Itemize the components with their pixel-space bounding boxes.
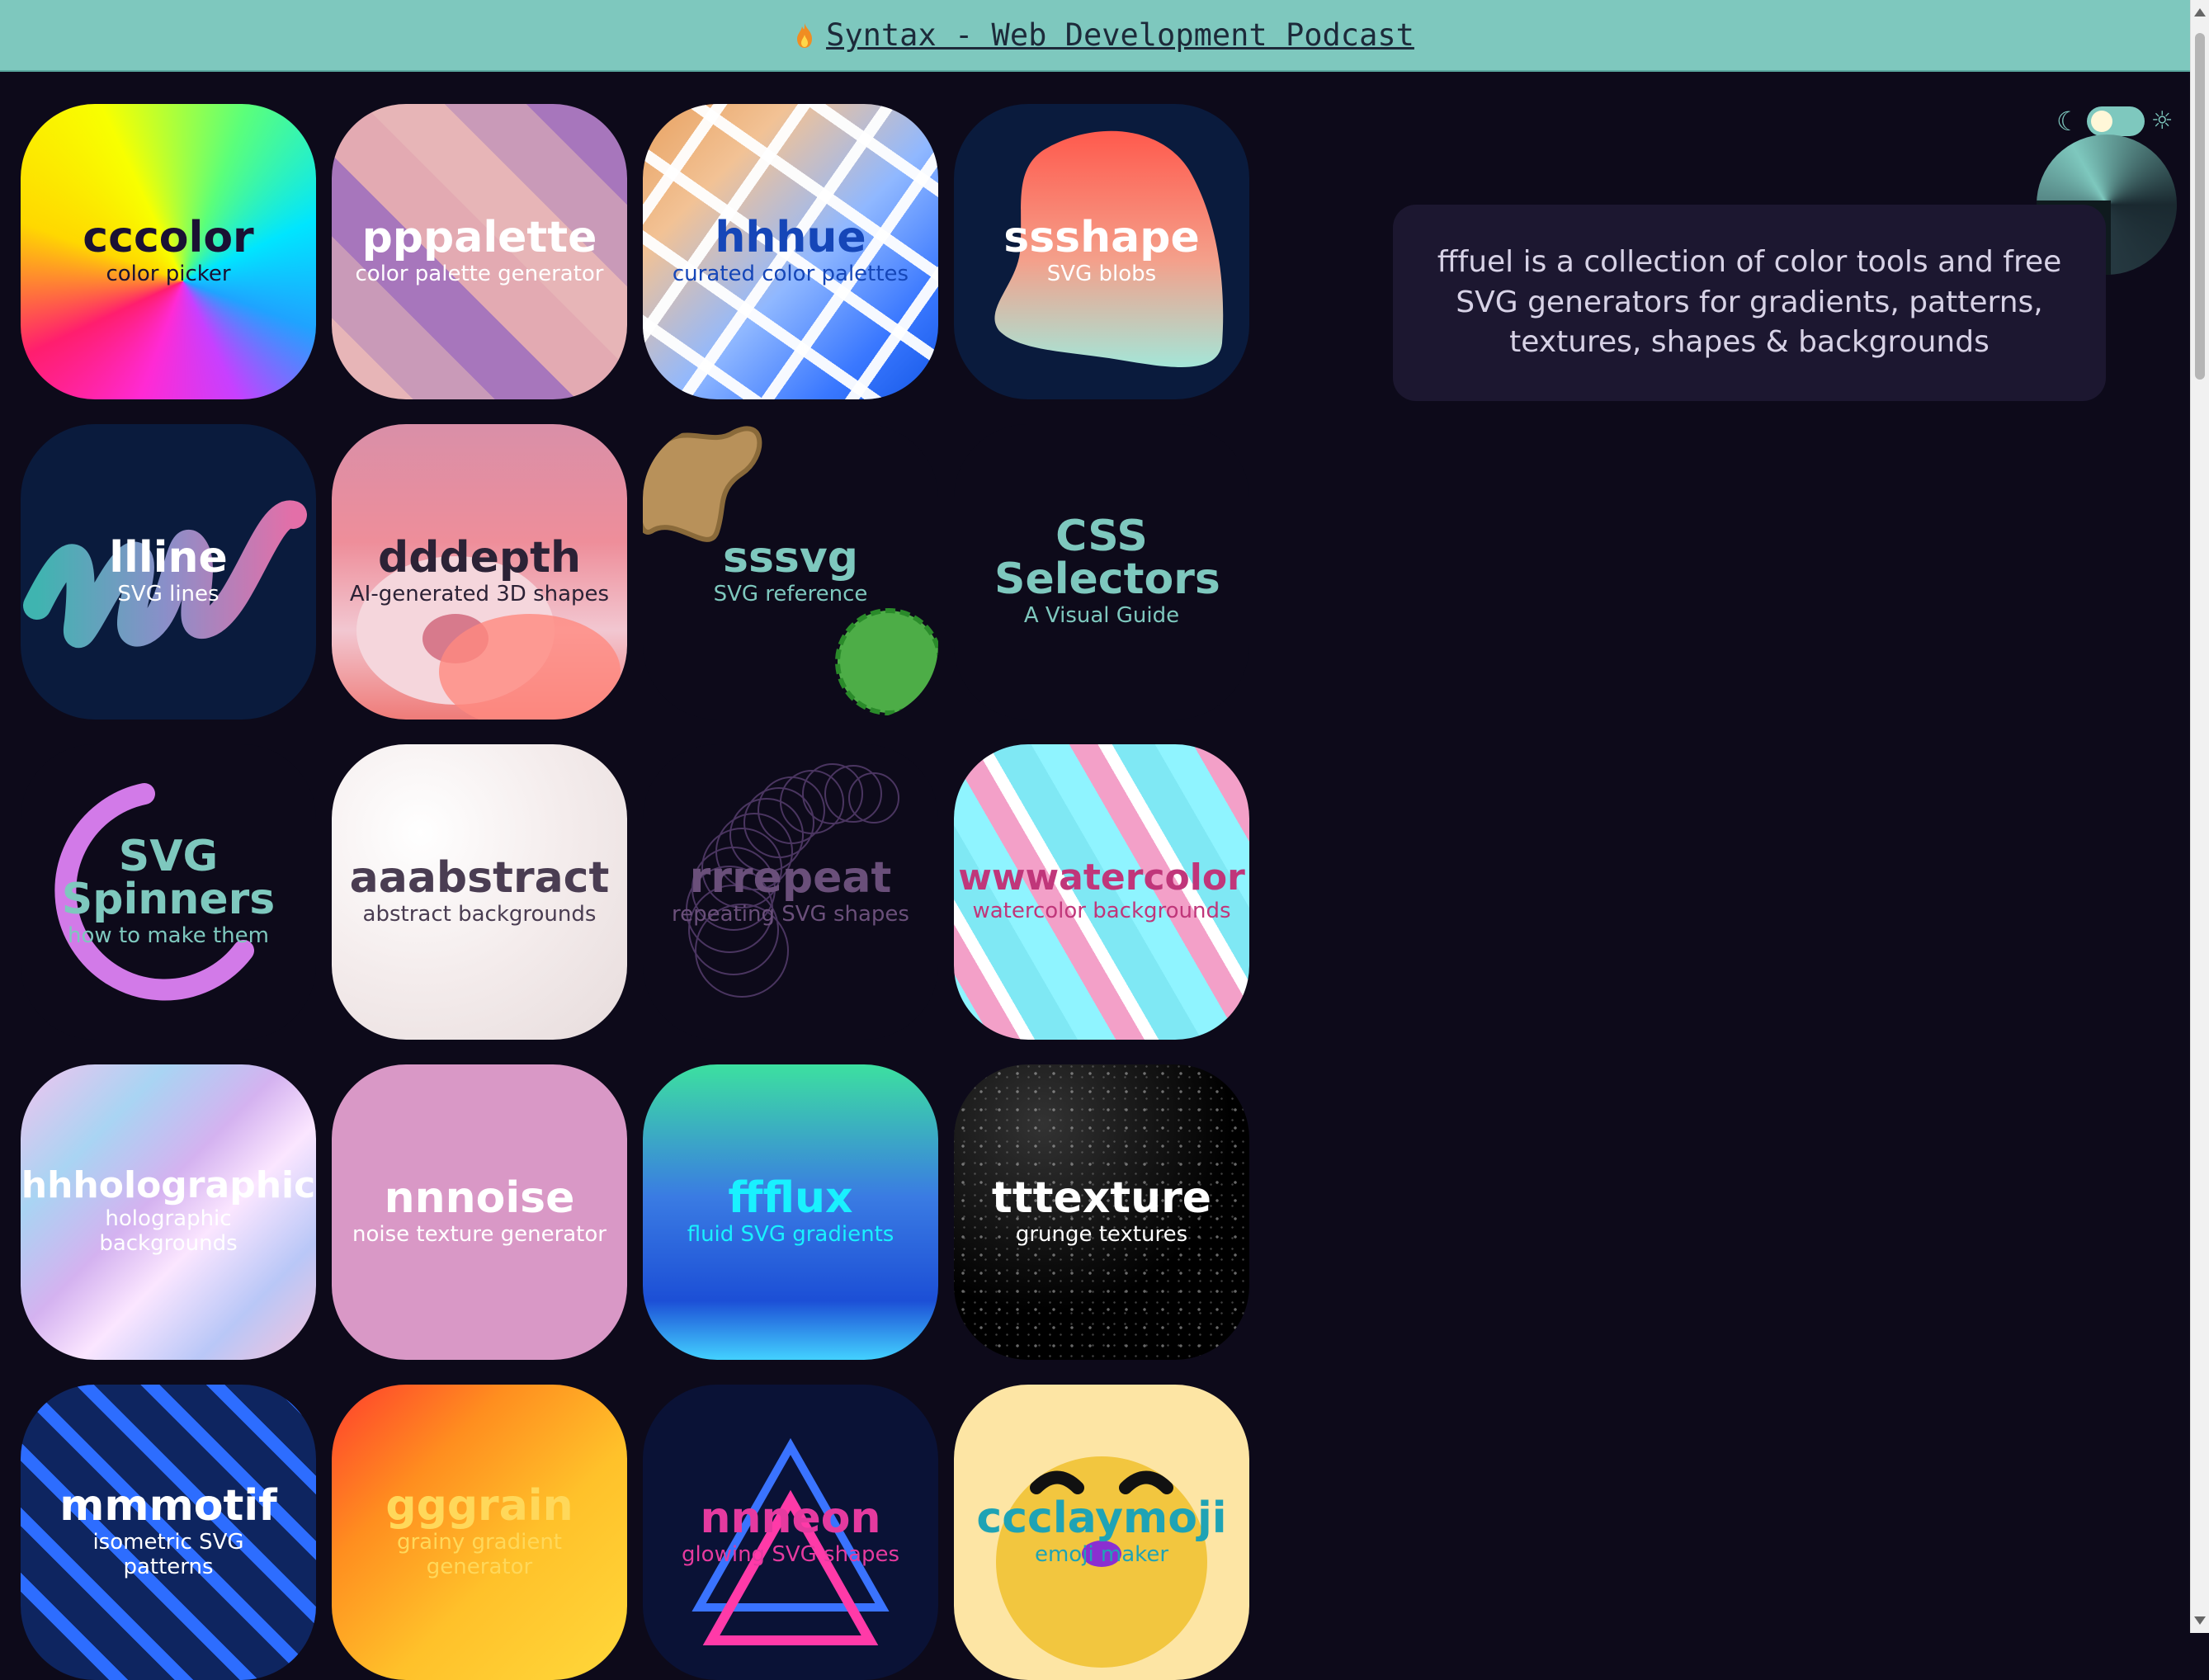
tile-wwwatercolor[interactable]: wwwatercolor watercolor backgrounds: [954, 744, 1249, 1040]
tile-nnneon[interactable]: nnneon glowing SVG shapes: [643, 1385, 938, 1680]
tile-hhhue[interactable]: hhhue curated color palettes: [643, 104, 938, 399]
tile-title: ffflux: [728, 1173, 853, 1224]
tile-title: sssvg: [723, 533, 858, 583]
tile-svg-spinners[interactable]: SVG Spinners how to make them: [21, 744, 316, 1040]
tile-title: nnnoise: [384, 1173, 575, 1224]
tile-title: ssshape: [1003, 213, 1200, 263]
tile-mmmotif[interactable]: mmmotif isometric SVG patterns: [21, 1385, 316, 1680]
tile-tttexture[interactable]: tttexture grunge textures: [954, 1064, 1249, 1360]
tile-subtitle: grunge textures: [1015, 1222, 1188, 1248]
tile-subtitle: emoji maker: [1034, 1542, 1169, 1568]
tile-ccclaymoji[interactable]: ccclaymoji emoji maker: [954, 1385, 1249, 1680]
tile-css-selectors[interactable]: CSS Selectors A Visual Guide: [954, 424, 1249, 720]
tile-subtitle: color palette generator: [355, 262, 604, 287]
tile-nnnoise[interactable]: nnnoise noise texture generator: [332, 1064, 627, 1360]
tile-ssshape[interactable]: ssshape SVG blobs: [954, 104, 1249, 399]
tile-subtitle: isometric SVG patterns: [92, 1530, 244, 1579]
tile-hhholographic[interactable]: hhholographic holographic backgrounds: [21, 1064, 316, 1360]
tile-subtitle: repeating SVG shapes: [672, 902, 909, 927]
tile-title: CSS Selectors: [994, 512, 1220, 605]
tile-subtitle: AI-generated 3D shapes: [349, 582, 610, 607]
tile-title: dddepth: [377, 533, 582, 583]
tile-subtitle: SVG blobs: [1046, 262, 1157, 287]
tile-pppalette[interactable]: pppalette color palette generator: [332, 104, 627, 399]
tile-subtitle: grainy gradient generator: [396, 1530, 562, 1579]
tile-subtitle: holographic backgrounds: [99, 1206, 238, 1256]
tile-title: tttexture: [991, 1173, 1212, 1224]
tile-dddepth[interactable]: dddepth AI-generated 3D shapes: [332, 424, 627, 720]
scroll-down-arrow[interactable]: [2194, 1616, 2206, 1625]
tile-title: cccolor: [83, 213, 254, 263]
tile-subtitle: A Visual Guide: [1023, 603, 1180, 629]
tile-title: nnneon: [700, 1494, 881, 1544]
theme-toggle[interactable]: ☾ ☼: [2056, 106, 2174, 136]
tile-title: SVG Spinners: [61, 832, 276, 925]
tile-title: hhhue: [715, 213, 866, 263]
tile-ffflux[interactable]: ffflux fluid SVG gradients: [643, 1064, 938, 1360]
tile-title: hhholographic: [21, 1164, 316, 1207]
tile-sssvg[interactable]: sssvg SVG reference: [643, 424, 938, 720]
tile-subtitle: abstract backgrounds: [362, 902, 597, 927]
tile-llline[interactable]: llline SVG lines: [21, 424, 316, 720]
tile-title: gggrain: [385, 1481, 573, 1531]
tile-aaabstract[interactable]: aaabstract abstract backgrounds: [332, 744, 627, 1040]
tile-subtitle: SVG lines: [117, 582, 219, 607]
scroll-up-arrow[interactable]: [2194, 8, 2206, 17]
syntax-banner-link[interactable]: Syntax - Web Development Podcast: [795, 17, 1414, 53]
tile-rrrepeat[interactable]: rrrepeat repeating SVG shapes: [643, 744, 938, 1040]
tile-subtitle: SVG reference: [713, 582, 868, 607]
banner-text: Syntax - Web Development Podcast: [826, 17, 1414, 53]
tile-subtitle: color picker: [106, 262, 231, 287]
tile-subtitle: fluid SVG gradients: [687, 1222, 894, 1248]
intro-text: fffuel is a collection of color tools an…: [1437, 245, 2062, 360]
tile-title: pppalette: [361, 213, 597, 263]
tile-title: wwwatercolor: [958, 857, 1245, 899]
toggle-knob: [2090, 111, 2112, 132]
tile-cccolor[interactable]: cccolor color picker: [21, 104, 316, 399]
scrollbar[interactable]: [2190, 0, 2209, 1633]
tile-title: ccclaymoji: [976, 1494, 1227, 1544]
tile-title: aaabstract: [349, 853, 610, 904]
moon-icon: ☾: [2056, 106, 2080, 137]
tools-grid: cccolor color picker pppalette color pal…: [21, 104, 1249, 1680]
flame-icon: [797, 22, 813, 48]
tile-title: llline: [109, 533, 228, 583]
theme-toggle-switch[interactable]: [2086, 106, 2145, 136]
sun-icon: ☼: [2150, 106, 2174, 135]
tile-title: mmmotif: [59, 1481, 277, 1531]
tile-subtitle: glowing SVG shapes: [681, 1542, 900, 1568]
tile-subtitle: curated color palettes: [672, 262, 909, 287]
scroll-thumb[interactable]: [2195, 33, 2205, 380]
tile-title: rrrepeat: [689, 853, 892, 904]
tile-gggrain[interactable]: gggrain grainy gradient generator: [332, 1385, 627, 1680]
tile-subtitle: how to make them: [68, 923, 269, 949]
syntax-banner: Syntax - Web Development Podcast: [0, 0, 2209, 72]
tile-subtitle: noise texture generator: [352, 1222, 607, 1248]
tile-subtitle: watercolor backgrounds: [972, 899, 1231, 924]
intro-card: fffuel is a collection of color tools an…: [1393, 205, 2106, 401]
